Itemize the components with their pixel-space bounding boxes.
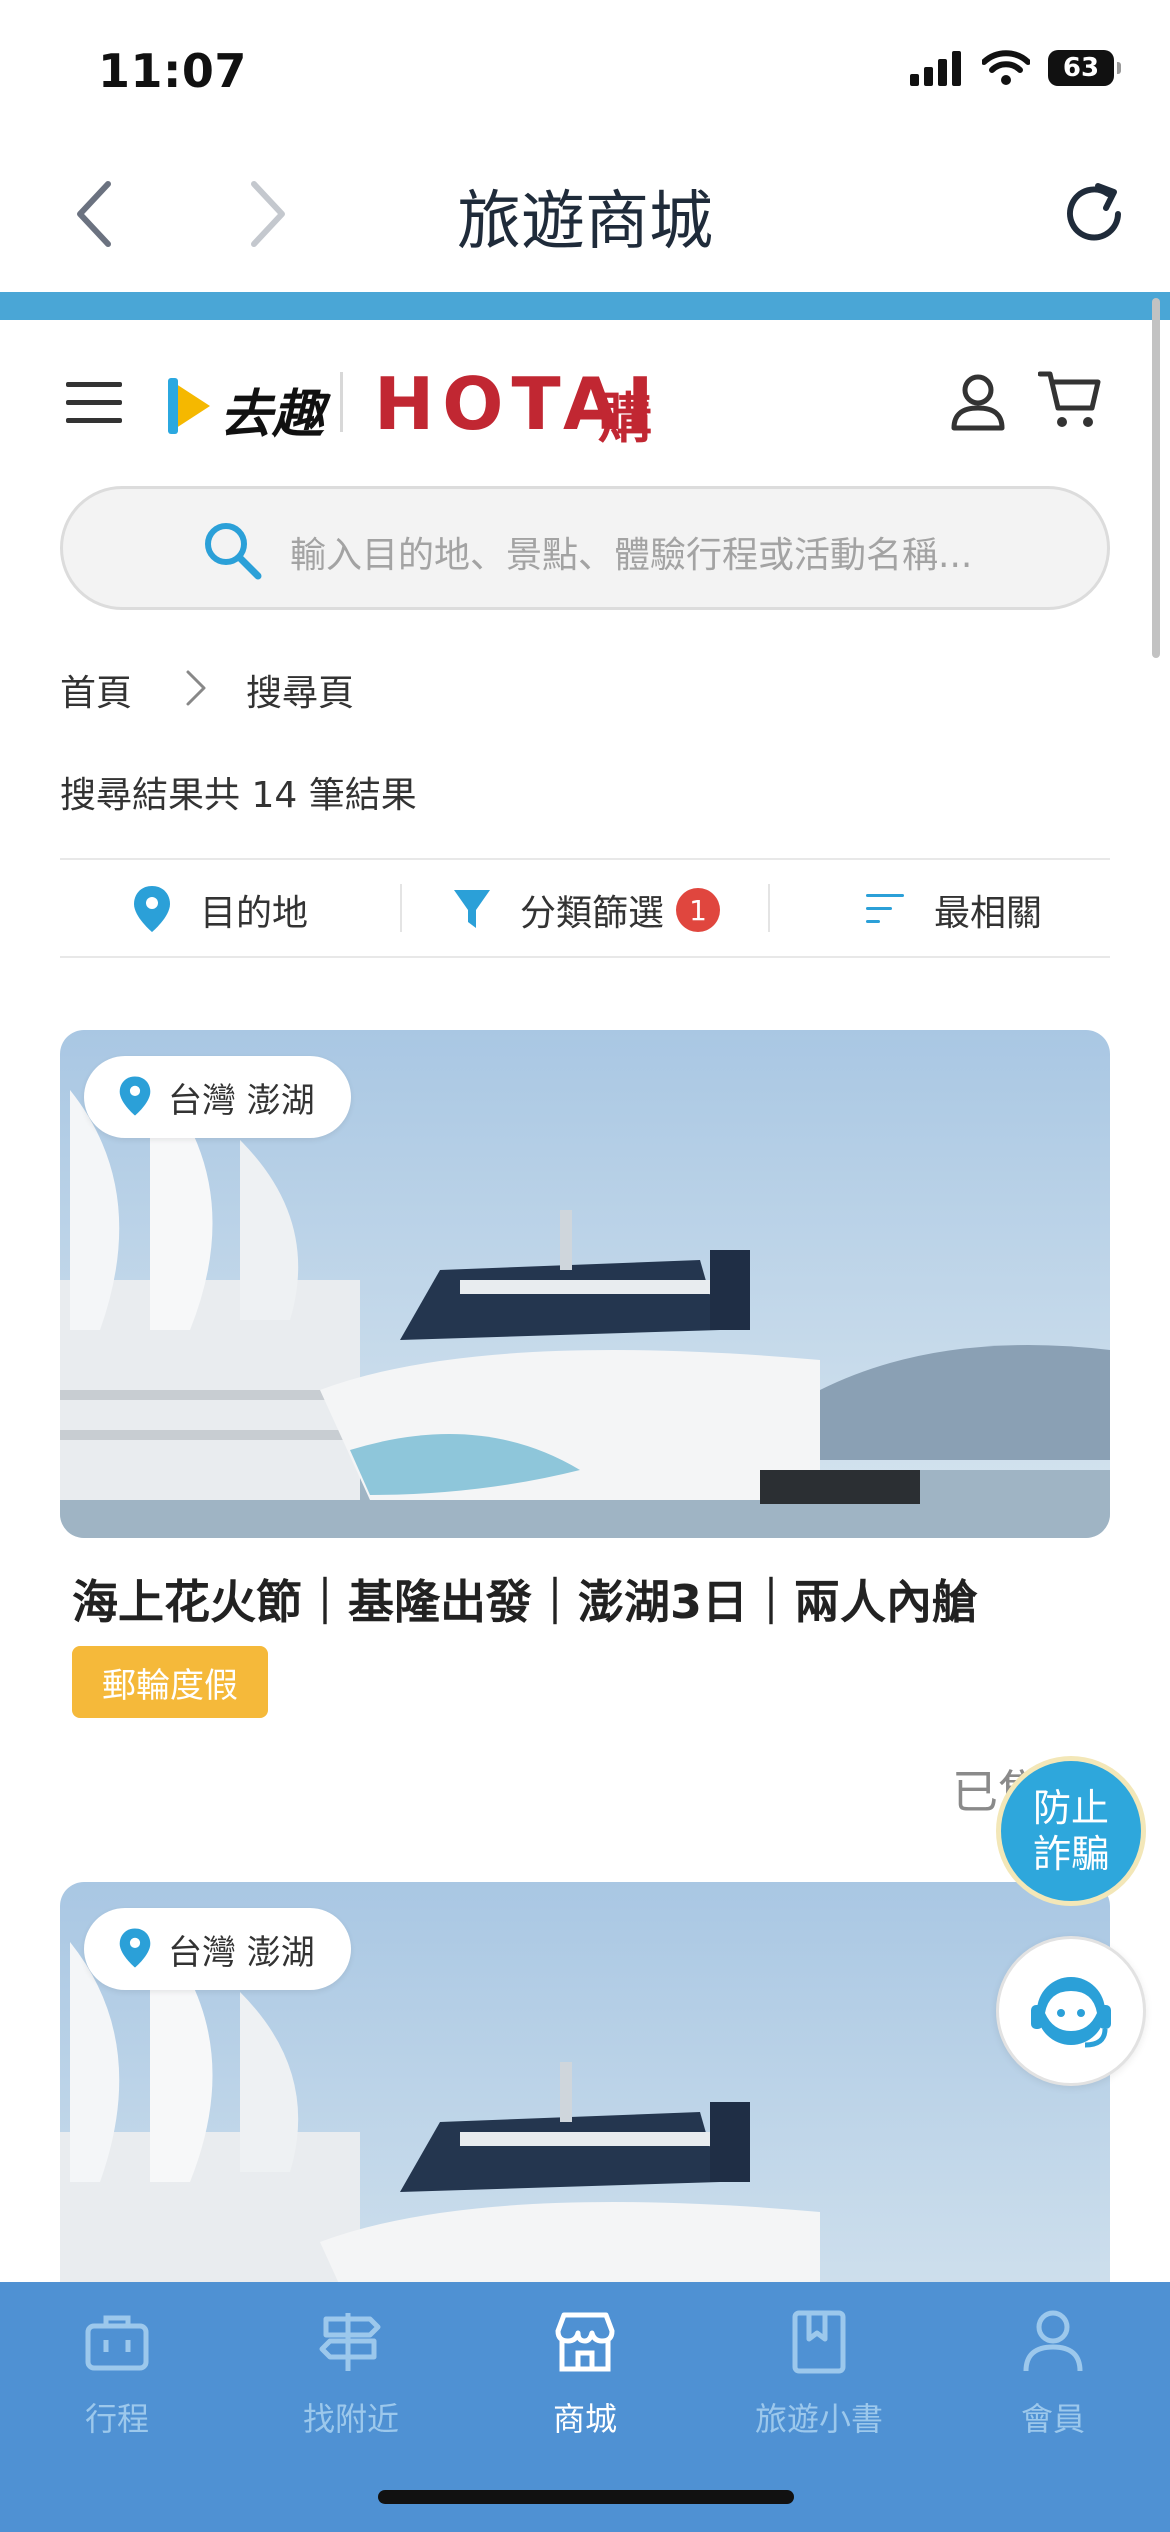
logo-divider — [340, 372, 343, 432]
tab-travel-book[interactable]: 旅遊小書 — [702, 2290, 936, 2450]
search-icon — [205, 523, 262, 580]
wifi-icon — [982, 50, 1030, 85]
filter-destination[interactable]: 目的地 — [200, 884, 308, 936]
home-indicator — [378, 2490, 794, 2504]
scrollbar[interactable] — [1152, 298, 1160, 658]
anti-fraud-button[interactable]: 防止 詐騙 — [996, 1756, 1146, 1906]
sort-icon — [866, 894, 904, 923]
tab-nearby[interactable]: 找附近 — [234, 2290, 468, 2450]
funnel-filter-icon — [454, 890, 490, 928]
anti-fraud-line1: 防止 — [1032, 1786, 1109, 1830]
page-title: 旅遊商城 — [457, 185, 713, 259]
breadcrumb-current: 搜尋頁 — [246, 673, 355, 714]
tab-mall[interactable]: 商城 — [468, 2290, 702, 2450]
filter-count-badge: 1 — [676, 888, 720, 932]
anti-fraud-line2: 詐騙 — [1032, 1832, 1109, 1876]
tab-itinerary[interactable]: 行程 — [0, 2290, 234, 2450]
logo-hotai-suffix: 購 — [598, 387, 652, 450]
store-icon — [555, 2312, 615, 2372]
filter-category[interactable]: 分類篩選 — [520, 884, 664, 936]
signpost-icon — [319, 2313, 381, 2371]
briefcase-icon — [85, 2315, 149, 2371]
chevron-right-icon — [186, 670, 206, 706]
location-pin-icon — [134, 886, 170, 932]
cellular-signal-icon — [910, 51, 961, 86]
shopping-cart-icon[interactable] — [1038, 368, 1104, 434]
filter-divider — [400, 884, 402, 932]
person-icon — [1023, 2310, 1083, 2372]
tab-label: 旅遊小書 — [754, 2400, 883, 2438]
qq-logo-icon — [168, 378, 210, 434]
location-label: 台灣 澎湖 — [168, 1932, 315, 1973]
filter-divider — [768, 884, 770, 932]
category-tag: 郵輪度假 — [72, 1646, 268, 1718]
status-time: 11:07 — [98, 44, 247, 98]
battery-icon: 63 — [1048, 50, 1121, 86]
tab-label: 行程 — [84, 2400, 149, 2438]
logo-qq[interactable]: 去趣 — [220, 372, 324, 447]
refresh-icon[interactable] — [1058, 178, 1130, 250]
tab-label: 找附近 — [302, 2400, 399, 2438]
tab-label: 商城 — [552, 2400, 617, 2438]
book-icon — [792, 2310, 846, 2374]
accent-strip — [0, 292, 1170, 320]
user-account-icon[interactable] — [950, 372, 1006, 432]
product-title[interactable]: 海上花火節｜基隆出發｜澎湖3日｜兩人內艙 — [72, 1566, 978, 1632]
result-count: 搜尋結果共 14 筆結果 — [60, 775, 417, 816]
customer-service-button[interactable] — [996, 1936, 1146, 2086]
hamburger-menu-icon[interactable] — [66, 380, 126, 424]
headset-agent-icon — [1031, 1977, 1111, 2048]
status-icons: 63 — [910, 50, 1121, 86]
location-pin-icon — [119, 1928, 151, 1968]
tab-member[interactable]: 會員 — [936, 2290, 1170, 2450]
tab-label: 會員 — [1020, 2400, 1085, 2438]
breadcrumb-home[interactable]: 首頁 — [60, 664, 132, 716]
location-label: 台灣 澎湖 — [168, 1080, 315, 1121]
search-placeholder[interactable]: 輸入目的地、景點、體驗行程或活動名稱... — [290, 526, 972, 578]
filter-sort[interactable]: 最相關 — [934, 884, 1042, 936]
location-pin-icon — [119, 1076, 151, 1116]
